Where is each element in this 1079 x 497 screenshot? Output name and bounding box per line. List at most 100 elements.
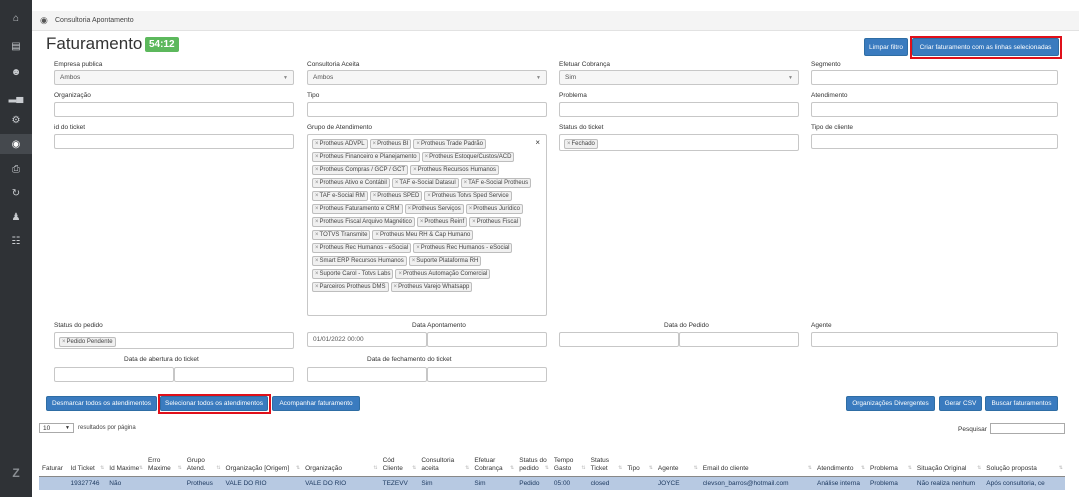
remove-tag-icon[interactable]: ×	[315, 180, 319, 186]
remove-tag-icon[interactable]: ×	[315, 167, 319, 173]
selected-tag[interactable]: ×Protheus Estoque/Custos/ACD	[421, 151, 515, 162]
column-header[interactable]: Agente ⇅	[654, 440, 700, 477]
clear-filter-button[interactable]: Limpar filtro	[864, 38, 908, 56]
sort-icon[interactable]: ⇅	[694, 464, 698, 472]
table-row[interactable]: 19327746 Não Protheus VALE DO RIO VALE DO RI…	[39, 476, 1065, 490]
consultoria-aceita-select[interactable]: Ambos ▼	[307, 70, 547, 85]
sort-icon[interactable]: ⇅	[618, 464, 622, 472]
column-header[interactable]: Consultoria aceita ⇅	[418, 440, 472, 477]
remove-tag-icon[interactable]: ×	[395, 180, 399, 186]
selected-tag[interactable]: ×Protheus Reinf	[416, 216, 468, 227]
selected-tag[interactable]: ×Protheus Trade Padrão	[413, 138, 486, 149]
remove-tag-icon[interactable]: ×	[416, 141, 420, 147]
column-header[interactable]: Email do cliente ⇅	[699, 440, 814, 477]
selected-tag[interactable]: ×Protheus Fiscal Arquivo Magnético	[312, 216, 415, 227]
selected-tag[interactable]: ×Suporte Carol - Totvs Labs	[312, 268, 394, 279]
selected-tag[interactable]: ×Protheus Financeiro e Planejamento	[312, 151, 420, 162]
selected-tag[interactable]: ×TAF e-Social Datasul	[391, 177, 459, 188]
column-header[interactable]: Status do pedido ⇅	[516, 440, 551, 477]
remove-tag-icon[interactable]: ×	[425, 154, 429, 160]
selected-tag[interactable]: ×Fechado	[564, 138, 598, 149]
selected-tag[interactable]: ×Protheus Faturamento e CRM	[312, 203, 403, 214]
tipo-cliente-input[interactable]	[811, 134, 1058, 149]
column-header[interactable]: Solução proposta ⇅	[983, 440, 1065, 477]
column-header[interactable]: Problema ⇅	[867, 440, 914, 477]
users-icon[interactable]: ☻	[0, 62, 32, 82]
column-header[interactable]: Id Ticket ⇅	[67, 440, 107, 477]
remove-tag-icon[interactable]: ×	[375, 232, 379, 238]
selected-tag[interactable]: ×Parceiros Protheus DMS	[312, 281, 389, 292]
empresa-publica-select[interactable]: Ambos ▼	[54, 70, 294, 85]
sort-icon[interactable]: ⇅	[510, 464, 514, 472]
data-fechamento-from[interactable]	[307, 367, 427, 382]
remove-tag-icon[interactable]: ×	[408, 206, 412, 212]
remove-tag-icon[interactable]: ×	[413, 167, 417, 173]
data-abertura-to[interactable]	[174, 367, 294, 382]
remove-tag-icon[interactable]: ×	[373, 193, 377, 199]
selected-tag[interactable]: ×Protheus Totvs Sped Service	[424, 190, 512, 201]
column-header[interactable]: Grupo Atend. ⇅	[183, 440, 223, 477]
list-icon[interactable]: ▤	[0, 36, 32, 56]
sort-icon[interactable]: ⇅	[1059, 464, 1063, 472]
column-header[interactable]: Organização [Origem] ⇅	[222, 440, 303, 477]
sort-icon[interactable]: ⇅	[545, 464, 549, 472]
status-ticket-multiselect[interactable]: ×Fechado	[559, 134, 799, 151]
column-header[interactable]: Efetuar Cobrança ⇅	[471, 440, 517, 477]
billing-icon[interactable]: ◉	[0, 134, 32, 154]
print-icon[interactable]: ⎙	[0, 159, 32, 179]
remove-tag-icon[interactable]: ×	[315, 193, 319, 199]
history-icon[interactable]: ↻	[0, 183, 32, 203]
selected-tag[interactable]: ×Protheus Rec Humanos - eSocial	[312, 242, 412, 253]
remove-tag-icon[interactable]: ×	[472, 219, 476, 225]
selected-tag[interactable]: ×Protheus Fiscal	[469, 216, 521, 227]
sort-icon[interactable]: ⇅	[139, 464, 143, 472]
page-length-select[interactable]: 10 ▼	[39, 423, 74, 433]
sort-icon[interactable]: ⇅	[216, 464, 220, 472]
selected-tag[interactable]: ×Suporte Plataforma RH	[408, 255, 482, 266]
sort-icon[interactable]: ⇅	[412, 464, 416, 472]
column-header[interactable]: Organização ⇅	[302, 440, 380, 477]
sort-icon[interactable]: ⇅	[178, 464, 182, 472]
column-header[interactable]: Situação Original ⇅	[913, 440, 984, 477]
column-header[interactable]: Atendimento ⇅	[813, 440, 868, 477]
unmark-all-button[interactable]: Desmarcar todos os atendimentos	[46, 396, 157, 411]
team-icon[interactable]: ♟	[0, 207, 32, 227]
sort-icon[interactable]: ⇅	[808, 464, 812, 472]
selected-tag[interactable]: ×TOTVS Transmite	[312, 229, 371, 240]
generate-csv-button[interactable]: Gerar CSV	[939, 396, 982, 411]
selected-tag[interactable]: ×Protheus Recursos Humanos	[410, 164, 499, 175]
remove-tag-icon[interactable]: ×	[62, 339, 66, 345]
remove-tag-icon[interactable]: ×	[315, 284, 319, 290]
problema-input[interactable]	[559, 102, 799, 117]
column-header[interactable]: Id Maxime ⇅	[106, 440, 146, 477]
id-ticket-input[interactable]	[54, 134, 294, 149]
remove-tag-icon[interactable]: ×	[315, 245, 319, 251]
sort-icon[interactable]: ⇅	[100, 464, 104, 472]
track-billing-button[interactable]: Acompanhar faturamento	[272, 396, 360, 411]
data-abertura-from[interactable]	[54, 367, 174, 382]
selected-tag[interactable]: ×Protheus Compras / GCP / GCT	[312, 164, 409, 175]
selected-tag[interactable]: ×Protheus ADVPL	[312, 138, 368, 149]
status-pedido-multiselect[interactable]: ×Pedido Pendente	[54, 332, 294, 349]
remove-tag-icon[interactable]: ×	[373, 141, 377, 147]
remove-tag-icon[interactable]: ×	[315, 219, 319, 225]
data-pedido-to[interactable]	[679, 332, 799, 347]
data-fechamento-to[interactable]	[427, 367, 547, 382]
data-apontamento-to[interactable]	[427, 332, 547, 347]
table-search-input[interactable]	[990, 423, 1065, 434]
remove-tag-icon[interactable]: ×	[469, 206, 473, 212]
sort-icon[interactable]: ⇅	[977, 464, 981, 472]
selected-tag[interactable]: ×TAF e-Social Protheus	[460, 177, 532, 188]
selected-tag[interactable]: ×Smart ERP Recursos Humanos	[312, 255, 407, 266]
remove-tag-icon[interactable]: ×	[315, 258, 319, 264]
data-apontamento-from[interactable]: 01/01/2022 00:00	[307, 332, 427, 347]
agente-input[interactable]	[811, 332, 1058, 347]
column-header[interactable]: Tipo ⇅	[624, 440, 655, 477]
column-header[interactable]: Cód Cliente ⇅	[379, 440, 419, 477]
search-billing-button[interactable]: Buscar faturamentos	[985, 396, 1058, 411]
selected-tag[interactable]: ×Protheus Automação Comercial	[395, 268, 491, 279]
sort-icon[interactable]: ⇅	[581, 464, 585, 472]
remove-tag-icon[interactable]: ×	[315, 141, 319, 147]
grupo-atendimento-multiselect[interactable]: × ×Protheus ADVPL ×Protheus BI ×Protheus T…	[307, 134, 547, 316]
breadcrumb-text[interactable]: Consultoria Apontamento	[55, 17, 134, 24]
